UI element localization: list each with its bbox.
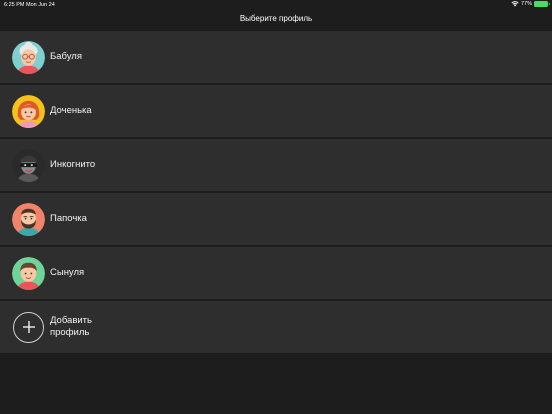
screen: 6:25 PM Mon Jun 24 77% Выберите профиль — [0, 0, 552, 414]
profile-name: Папочка — [50, 213, 87, 224]
status-bar: 6:25 PM Mon Jun 24 77% — [0, 0, 552, 10]
profile-name: Доченька — [50, 105, 92, 116]
profile-name: Сынуля — [50, 267, 85, 278]
page-title: Выберите профиль — [239, 14, 313, 23]
profile-name: Бабуля — [50, 51, 82, 62]
profile-item-incognito[interactable]: Инкогнито — [0, 139, 552, 191]
add-profile-button[interactable]: Добавить профиль — [0, 301, 552, 353]
profile-item-son[interactable]: Сынуля — [0, 247, 552, 299]
battery-percent: 77% — [520, 1, 532, 7]
add-profile-circle — [13, 311, 44, 343]
add-profile-label: Добавить профиль — [50, 315, 92, 338]
incognito-avatar-icon — [12, 148, 45, 182]
daughter-avatar-icon — [12, 94, 45, 128]
plus-icon — [22, 321, 35, 333]
grandma-avatar-icon — [12, 40, 45, 74]
dad-avatar-icon — [12, 202, 45, 236]
profile-item-daughter[interactable]: Доченька — [0, 85, 552, 137]
status-indicators: 77% — [511, 1, 550, 7]
profile-item-grandma[interactable]: Бабуля — [0, 31, 552, 83]
profile-name: Инкогнито — [50, 159, 96, 170]
son-avatar-icon — [12, 256, 45, 290]
profile-list: Бабуля Доченька Инкогнито Папочка Сынуля… — [0, 31, 552, 353]
profile-item-dad[interactable]: Папочка — [0, 193, 552, 245]
status-time: 6:25 PM Mon Jun 24 — [4, 2, 55, 8]
battery-icon — [534, 1, 550, 7]
wifi-icon — [511, 1, 519, 7]
